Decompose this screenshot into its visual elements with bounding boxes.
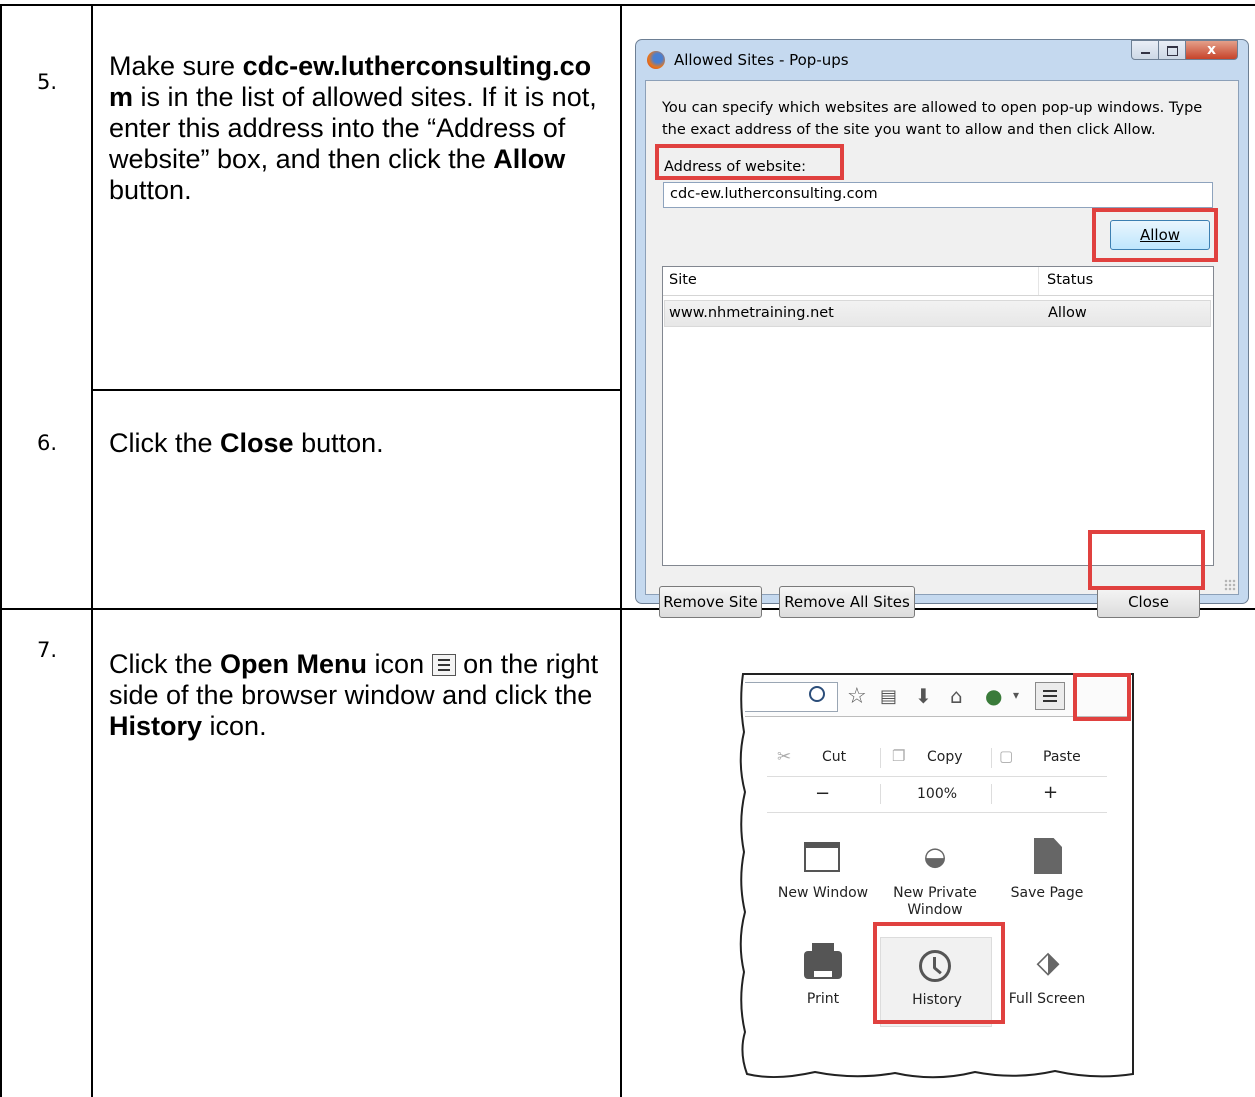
step-5-text: Make sure cdc-ew.lutherconsulting.com is… <box>109 51 614 206</box>
paste-button[interactable]: Paste <box>1043 749 1081 765</box>
maximize-button[interactable] <box>1158 40 1186 60</box>
remove-site-label: Remove Site <box>663 593 758 611</box>
step-5-text-c: button. <box>109 175 192 205</box>
step-7-text: Click the Open Menu icon on the right si… <box>109 649 614 742</box>
fullscreen-icon: ⬗ <box>1036 945 1060 980</box>
table-column-divider-2 <box>620 4 622 1097</box>
column-divider <box>1038 267 1039 295</box>
highlight-history <box>873 922 1005 1024</box>
mask-icon: ◒ <box>923 842 947 872</box>
menu-item-new-private-window[interactable]: ◒ New Private Window <box>882 830 988 920</box>
highlight-close-button <box>1088 530 1205 590</box>
address-input[interactable]: cdc-ew.lutherconsulting.com <box>663 182 1213 208</box>
step-7-history-bold: History <box>109 711 203 741</box>
resize-grip-icon[interactable] <box>1224 579 1236 591</box>
step-6-close-bold: Close <box>220 428 294 458</box>
remove-all-sites-button[interactable]: Remove All Sites <box>779 586 915 618</box>
step-7-text-b: icon <box>367 649 432 679</box>
menu-item-print[interactable]: Print <box>770 937 876 1017</box>
copy-icon: ❐ <box>892 747 906 765</box>
step-6-text: Click the Close button. <box>109 428 614 459</box>
step-6-text-a: Click the <box>109 428 221 458</box>
hamburger-menu-icon <box>1043 690 1057 692</box>
bookmark-star-icon[interactable]: ☆ <box>847 684 867 709</box>
highlight-address-label <box>655 144 844 180</box>
new-window-label: New Window <box>777 885 869 901</box>
close-icon: x <box>1206 42 1217 58</box>
window-icon <box>804 842 840 872</box>
scissors-icon: ✂ <box>777 747 792 767</box>
step-5-text-a: Make sure <box>109 51 243 81</box>
step-6-text-b: button. <box>293 428 384 458</box>
table-row-divider <box>0 608 1255 610</box>
address-input-value: cdc-ew.lutherconsulting.com <box>670 186 878 202</box>
table-row-divider-5-6 <box>91 389 622 391</box>
zoom-divider-2 <box>991 784 992 804</box>
new-private-window-label: New Private Window <box>893 885 977 918</box>
full-screen-label: Full Screen <box>1008 991 1086 1007</box>
minimize-button[interactable] <box>1131 40 1159 60</box>
zoom-out-button[interactable]: − <box>815 783 830 804</box>
step-7-openmenu-bold: Open Menu <box>220 649 368 679</box>
edit-divider-2 <box>991 748 992 768</box>
home-icon[interactable]: ⌂ <box>950 684 963 708</box>
edit-divider <box>880 748 881 768</box>
bookmarks-list-icon[interactable]: ▤ <box>880 686 897 707</box>
step-number-5: 5. <box>37 70 58 94</box>
table-row[interactable]: www.nhmetraining.net Allow <box>664 300 1211 327</box>
row-status: Allow <box>1048 305 1087 321</box>
sites-list-header: Site Status <box>663 267 1213 296</box>
step-7-text-d: icon. <box>202 711 267 741</box>
step-5-allow-bold: Allow <box>493 144 566 174</box>
remove-site-button[interactable]: Remove Site <box>659 586 762 618</box>
remove-all-sites-label: Remove All Sites <box>784 593 910 611</box>
step-number-6: 6. <box>37 431 58 455</box>
close-button-label: Close <box>1128 593 1169 611</box>
maximize-icon <box>1167 46 1178 56</box>
copy-button[interactable]: Copy <box>927 749 963 765</box>
dropdown-arrow-icon[interactable]: ▾ <box>1013 688 1019 702</box>
print-label: Print <box>806 991 840 1007</box>
zoom-row: − 100% + <box>767 778 1107 813</box>
step-number-7: 7. <box>37 638 58 662</box>
zoom-in-button[interactable]: + <box>1043 782 1058 803</box>
save-page-label: Save Page <box>1010 885 1084 901</box>
allowed-sites-dialog: Allowed Sites - Pop-ups x You can specif… <box>635 39 1249 618</box>
printer-icon <box>804 943 842 979</box>
table-border-left <box>0 4 2 1097</box>
table-border-top <box>0 4 1255 6</box>
minimize-icon <box>1141 52 1150 54</box>
step-7-text-a: Click the <box>109 649 221 679</box>
menu-item-full-screen[interactable]: ⬗ Full Screen <box>994 937 1100 1017</box>
dialog-title: Allowed Sites - Pop-ups <box>674 51 849 69</box>
cut-button[interactable]: Cut <box>822 749 846 765</box>
search-icon[interactable] <box>809 686 825 702</box>
menu-item-new-window[interactable]: New Window <box>770 830 876 910</box>
zoom-level[interactable]: 100% <box>917 786 957 802</box>
hamburger-icon <box>431 654 456 676</box>
addon-icon[interactable]: ● <box>985 684 1002 708</box>
sites-list[interactable]: Site Status www.nhmetraining.net Allow <box>662 266 1214 566</box>
row-site: www.nhmetraining.net <box>669 305 834 321</box>
downloads-icon[interactable]: ⬇ <box>915 684 932 708</box>
paste-icon: ▢ <box>999 747 1014 765</box>
page-icon <box>1034 838 1062 874</box>
window-close-button[interactable]: x <box>1185 40 1238 60</box>
open-menu-button[interactable] <box>1035 682 1065 710</box>
edit-row: ✂ Cut ❐ Copy ▢ Paste <box>767 742 1107 777</box>
dialog-description: You can specify which websites are allow… <box>662 100 1203 138</box>
zoom-divider <box>880 784 881 804</box>
search-bar-edge[interactable] <box>745 682 838 712</box>
column-header-site[interactable]: Site <box>669 272 697 288</box>
close-button[interactable]: Close <box>1097 586 1200 618</box>
firefox-logo-icon <box>647 51 665 69</box>
column-header-status[interactable]: Status <box>1047 272 1093 288</box>
menu-item-save-page[interactable]: Save Page <box>994 830 1100 910</box>
highlight-allow-button <box>1092 208 1218 262</box>
highlight-open-menu <box>1073 673 1131 721</box>
table-column-divider <box>91 4 93 1097</box>
